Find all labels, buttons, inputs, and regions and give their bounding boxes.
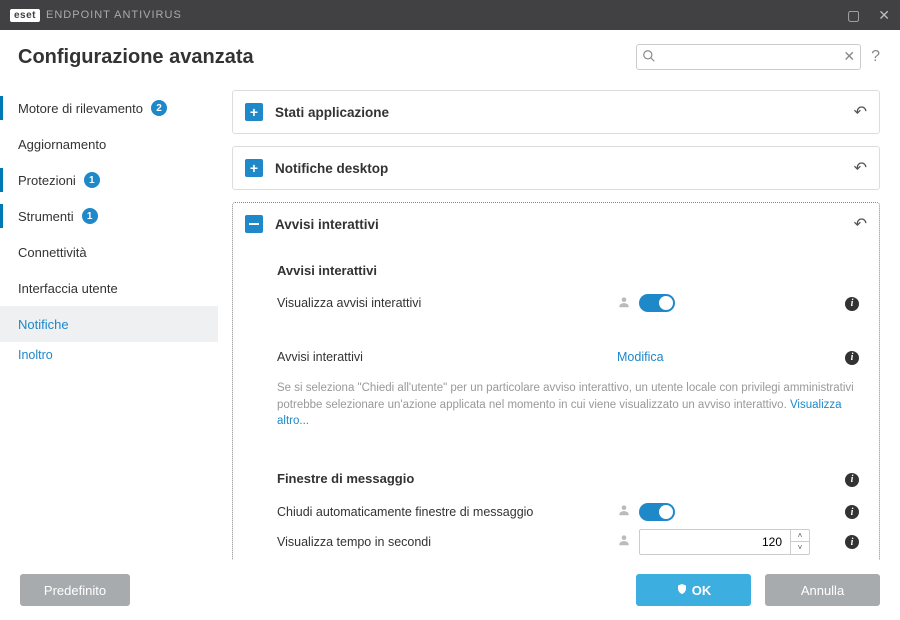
default-button[interactable]: Predefinito xyxy=(20,574,130,606)
info-icon[interactable]: i xyxy=(845,470,859,487)
sidebar-item-connectivity[interactable]: Connettività xyxy=(0,234,218,270)
shield-icon xyxy=(676,583,688,598)
collapse-icon xyxy=(245,215,263,233)
sidebar-item-label: Notifiche xyxy=(18,317,69,332)
row-label: Visualizza tempo in secondi xyxy=(277,535,617,549)
sidebar-item-label: Aggiornamento xyxy=(18,137,106,152)
user-icon xyxy=(617,503,631,520)
panel-header-app-states[interactable]: + Stati applicazione ↶ xyxy=(233,91,879,133)
sidebar-item-label: Interfaccia utente xyxy=(18,281,118,296)
row-label: Visualizza avvisi interattivi xyxy=(277,296,617,310)
window-controls: ▢ ✕ xyxy=(847,7,890,24)
sidebar-item-label: Strumenti xyxy=(18,209,74,224)
sidebar-badge: 2 xyxy=(151,100,167,116)
sidebar-item-label: Connettività xyxy=(18,245,87,260)
cancel-button[interactable]: Annulla xyxy=(765,574,880,606)
sidebar-item-forwarding[interactable]: Inoltro xyxy=(0,342,218,368)
sidebar-item-notifications[interactable]: Notifiche xyxy=(0,306,218,342)
info-icon[interactable]: i xyxy=(845,295,859,311)
panel-desktop-notifications: + Notifiche desktop ↶ xyxy=(232,146,880,190)
content-area: + Stati applicazione ↶ + Notifiche deskt… xyxy=(218,84,900,582)
maximize-icon[interactable]: ▢ xyxy=(847,7,860,24)
close-icon[interactable]: ✕ xyxy=(878,7,890,24)
sidebar-item-label: Inoltro xyxy=(18,348,53,362)
seconds-spinner: ˄ ˅ xyxy=(639,529,810,555)
undo-icon[interactable]: ↶ xyxy=(854,158,867,178)
help-icon[interactable]: ? xyxy=(871,48,880,66)
info-icon[interactable]: i xyxy=(845,504,859,520)
row-display-time: Visualizza tempo in secondi ˄ ˅ xyxy=(277,527,859,557)
sidebar-item-protections[interactable]: Protezioni 1 xyxy=(0,162,218,198)
sidebar-item-label: Protezioni xyxy=(18,173,76,188)
undo-icon[interactable]: ↶ xyxy=(854,214,867,234)
panel-app-states: + Stati applicazione ↶ xyxy=(232,90,880,134)
row-show-interactive-alerts: Visualizza avvisi interattivi i xyxy=(277,288,859,318)
sidebar-badge: 1 xyxy=(84,172,100,188)
header: Configurazione avanzata ✕ ? xyxy=(0,30,900,84)
sidebar-item-label: Motore di rilevamento xyxy=(18,101,143,116)
panel-header-interactive-alerts[interactable]: Avvisi interattivi ↶ xyxy=(233,203,879,245)
logo-badge: eset xyxy=(10,9,40,22)
panel-title: Avvisi interattivi xyxy=(275,217,379,232)
panel-body: Avvisi interattivi Visualizza avvisi int… xyxy=(233,245,879,582)
search-box: ✕ xyxy=(636,44,861,70)
description-text: Se si seleziona "Chiedi all'utente" per … xyxy=(277,380,859,430)
panel-header-desktop-notifications[interactable]: + Notifiche desktop ↶ xyxy=(233,147,879,189)
sidebar: Motore di rilevamento 2 Aggiornamento Pr… xyxy=(0,84,218,582)
spinner-up-icon[interactable]: ˄ xyxy=(791,530,809,542)
row-label: Avvisi interattivi xyxy=(277,350,617,364)
row-label: Chiudi automaticamente finestre di messa… xyxy=(277,505,617,519)
titlebar: eset ENDPOINT ANTIVIRUS ▢ ✕ xyxy=(0,0,900,30)
sidebar-badge: 1 xyxy=(82,208,98,224)
search-input[interactable] xyxy=(636,44,861,70)
seconds-input[interactable] xyxy=(640,535,790,549)
ok-button[interactable]: OK xyxy=(636,574,751,606)
clear-search-icon[interactable]: ✕ xyxy=(843,48,855,65)
row-auto-close-windows: Chiudi automaticamente finestre di messa… xyxy=(277,497,859,527)
app-name: ENDPOINT ANTIVIRUS xyxy=(46,9,182,21)
toggle-show-alerts[interactable] xyxy=(639,294,675,312)
expand-icon: + xyxy=(245,159,263,177)
row-interactive-alerts-edit: Avvisi interattivi Modifica i xyxy=(277,342,859,372)
app-logo: eset ENDPOINT ANTIVIRUS xyxy=(10,9,182,22)
sidebar-item-update[interactable]: Aggiornamento xyxy=(0,126,218,162)
sidebar-item-tools[interactable]: Strumenti 1 xyxy=(0,198,218,234)
section-title-message-windows: Finestre di messaggio i xyxy=(277,470,859,487)
sidebar-item-ui[interactable]: Interfaccia utente xyxy=(0,270,218,306)
edit-link[interactable]: Modifica xyxy=(617,350,664,364)
user-icon xyxy=(617,533,631,550)
section-title-interactive-alerts: Avvisi interattivi xyxy=(277,263,859,278)
panel-title: Stati applicazione xyxy=(275,105,389,120)
expand-icon: + xyxy=(245,103,263,121)
page-title: Configurazione avanzata xyxy=(18,46,254,69)
panel-interactive-alerts: Avvisi interattivi ↶ Avvisi interattivi … xyxy=(232,202,880,582)
info-icon[interactable]: i xyxy=(845,349,859,365)
toggle-auto-close[interactable] xyxy=(639,503,675,521)
sidebar-item-detection-engine[interactable]: Motore di rilevamento 2 xyxy=(0,90,218,126)
undo-icon[interactable]: ↶ xyxy=(854,102,867,122)
footer: Predefinito OK Annulla xyxy=(0,560,900,620)
search-icon xyxy=(642,49,656,66)
panel-title: Notifiche desktop xyxy=(275,161,388,176)
user-icon xyxy=(617,295,631,312)
info-icon[interactable]: i xyxy=(845,534,859,550)
spinner-down-icon[interactable]: ˅ xyxy=(791,542,809,554)
